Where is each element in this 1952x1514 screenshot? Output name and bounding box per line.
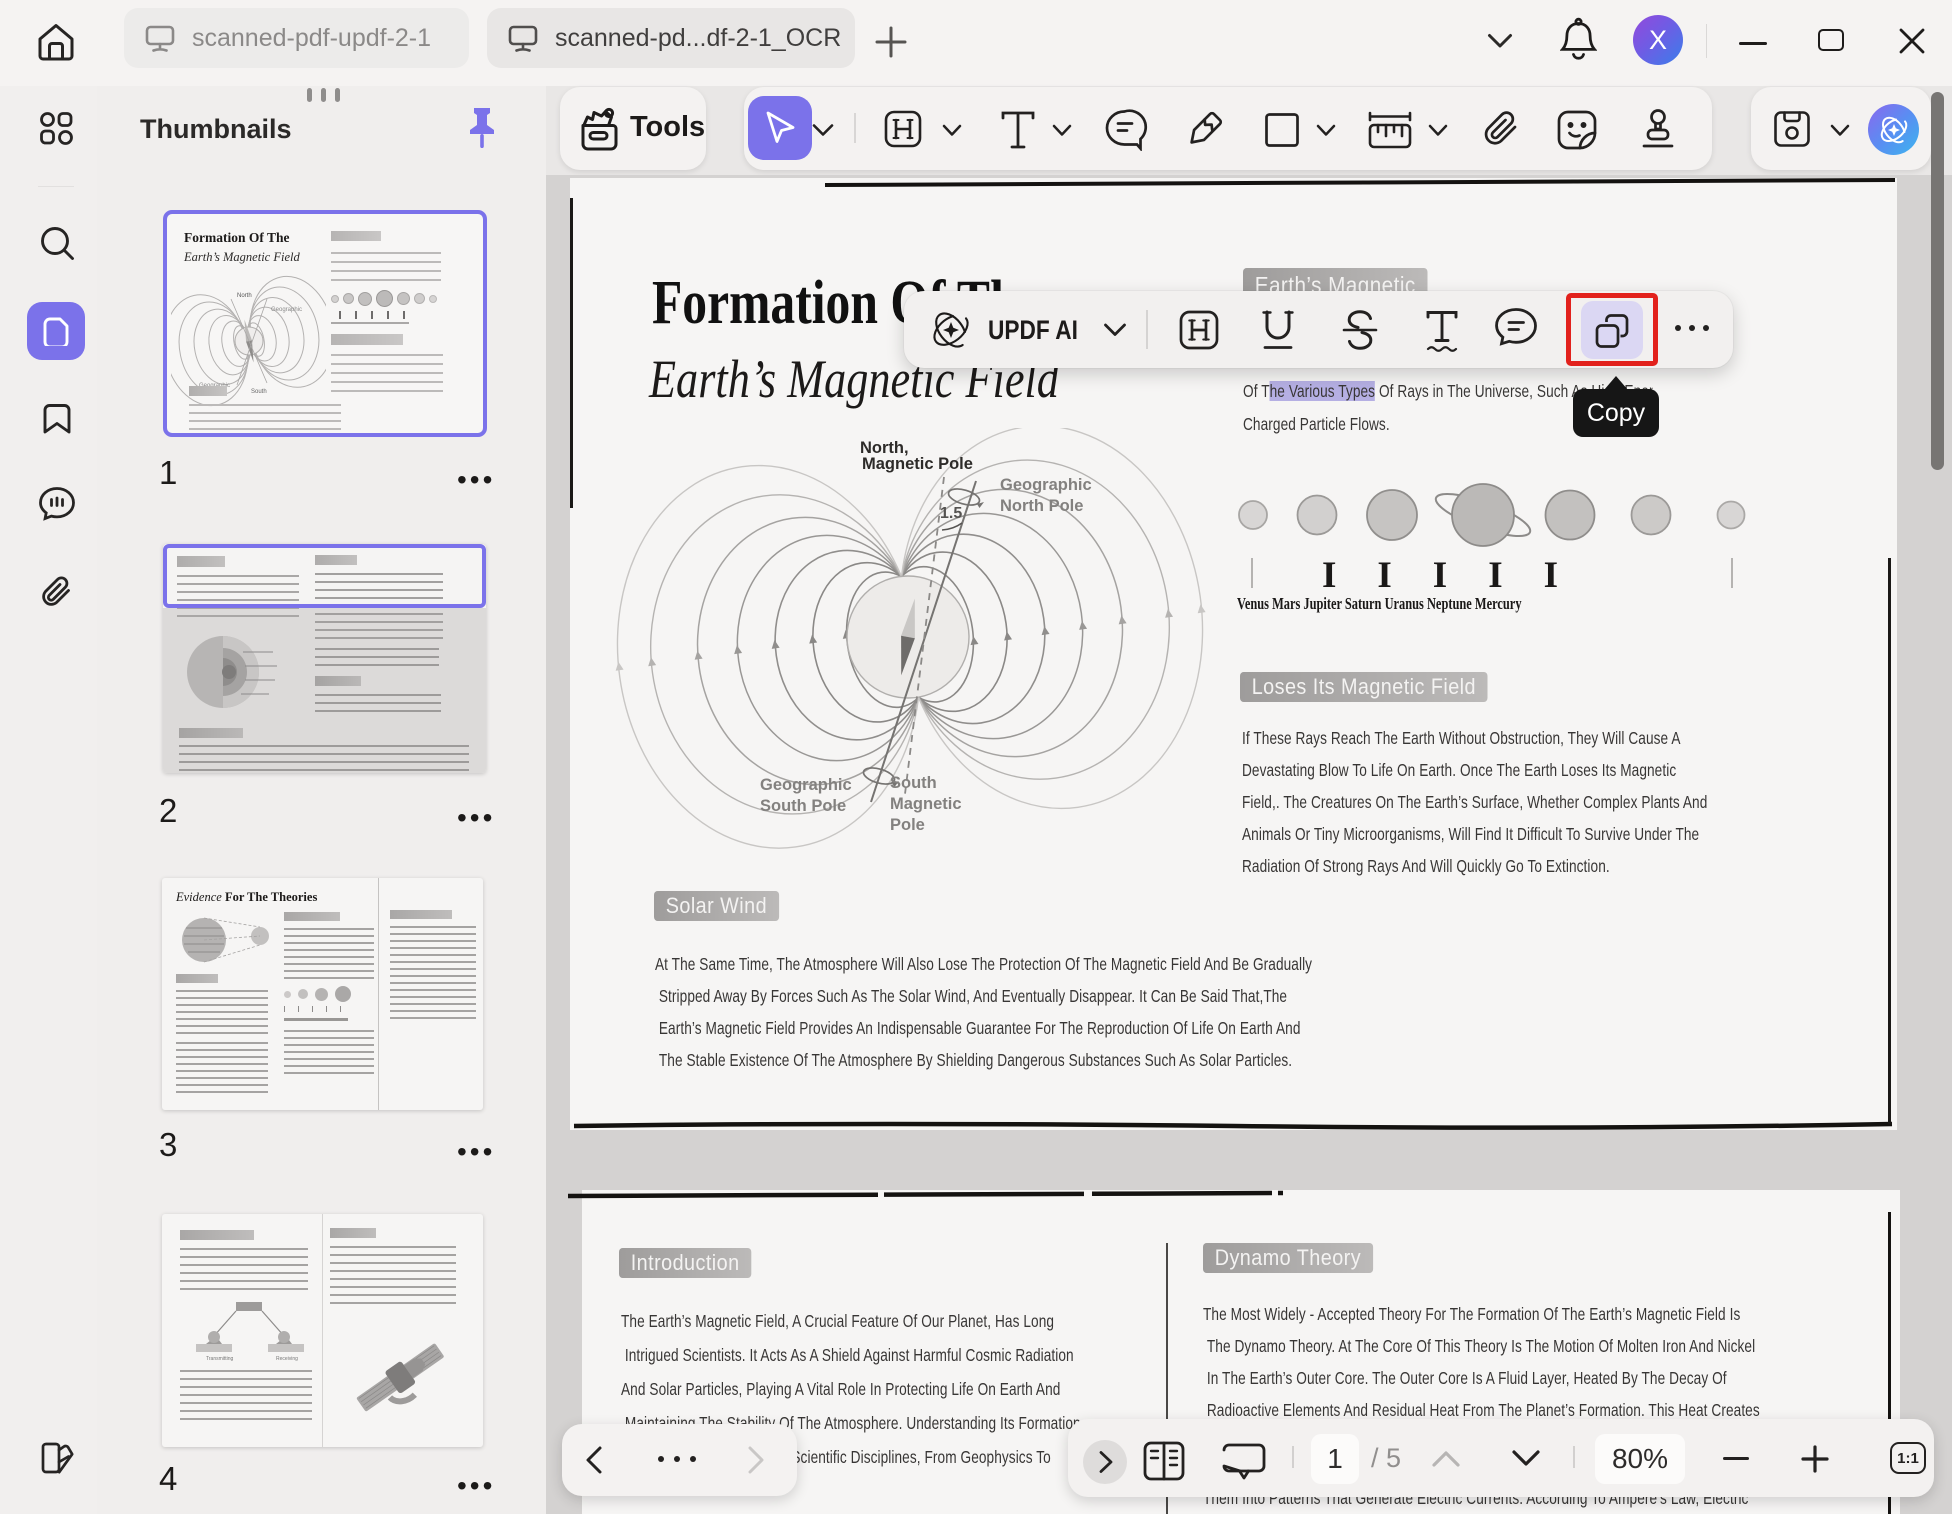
svg-text:Magnetic Pole: Magnetic Pole bbox=[862, 455, 973, 473]
svg-text:North: North bbox=[237, 293, 252, 299]
svg-text:South Pole: South Pole bbox=[760, 797, 846, 815]
svg-text:Pole: Pole bbox=[890, 816, 925, 834]
svg-text:Geographic: Geographic bbox=[760, 776, 852, 794]
svg-text:South: South bbox=[251, 389, 267, 395]
svg-text:1.5: 1.5 bbox=[940, 505, 962, 522]
svg-text:South: South bbox=[890, 774, 937, 792]
svg-text:Receiving: Receiving bbox=[276, 1356, 298, 1362]
svg-text:Geographic: Geographic bbox=[271, 307, 302, 313]
svg-text:Magnetic: Magnetic bbox=[890, 795, 962, 813]
svg-text:Geographic: Geographic bbox=[1000, 476, 1092, 494]
svg-text:North Pole: North Pole bbox=[1000, 497, 1083, 515]
svg-text:Transmitting: Transmitting bbox=[206, 1356, 234, 1362]
